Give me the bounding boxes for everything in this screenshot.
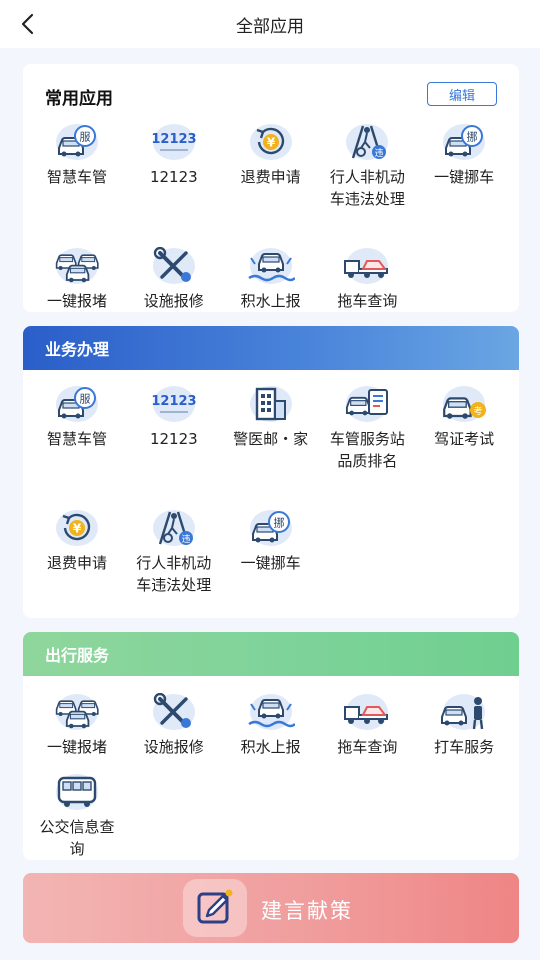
svg-text:¥: ¥ — [73, 522, 82, 536]
travel-header: 出行服务 — [23, 632, 519, 676]
app-business-1[interactable]: 12123 12123 — [126, 384, 222, 450]
svg-text:服: 服 — [80, 131, 91, 144]
app-business-6[interactable]: 违行人非机动车违法处理 — [126, 508, 222, 596]
pedestrian-violation-icon: 违 — [343, 122, 391, 162]
app-common-4[interactable]: 挪一键挪车 — [416, 122, 512, 188]
svg-text:挪: 挪 — [273, 516, 284, 530]
app-label: 智慧车管 — [46, 430, 107, 448]
car-service-icon: 服 — [53, 384, 101, 424]
app-business-7[interactable]: 挪一键挪车 — [223, 508, 319, 574]
pedestrian-violation-icon: 违 — [150, 508, 198, 548]
top-nav-bar: 全部应用 — [0, 0, 540, 48]
service-station-icon — [343, 384, 391, 424]
app-common-6[interactable]: 设施报修 — [126, 246, 222, 312]
app-label: 公交信息查询 — [39, 818, 115, 858]
app-label: 12123 — [149, 168, 198, 186]
svg-text:¥: ¥ — [266, 136, 275, 150]
edit-button[interactable]: 编辑 — [427, 82, 497, 106]
app-business-3[interactable]: 车管服务站品质排名 — [319, 384, 415, 472]
svg-text:挪: 挪 — [467, 130, 478, 144]
svg-text:12123: 12123 — [151, 394, 196, 409]
app-label: 警医邮・家 — [233, 430, 309, 448]
app-common-8[interactable]: 拖车查询 — [319, 246, 415, 312]
app-common-3[interactable]: 违行人非机动车违法处理 — [319, 122, 415, 210]
app-label: 行人非机动车违法处理 — [329, 168, 405, 208]
move-car-icon: 挪 — [247, 508, 295, 548]
app-label: 一键报堵 — [46, 738, 107, 756]
app-label: 12123 — [149, 430, 198, 448]
app-label: 设施报修 — [143, 738, 204, 756]
app-business-0[interactable]: 服智慧车管 — [29, 384, 125, 450]
app-label: 一键报堵 — [46, 292, 107, 310]
app-label: 一键挪车 — [434, 168, 495, 186]
app-common-5[interactable]: 一键报堵 — [29, 246, 125, 312]
business-header: 业务办理 — [23, 326, 519, 370]
common-apps-title: 常用应用 — [45, 89, 113, 109]
suggestion-label: 建言献策 — [261, 899, 353, 923]
app-common-1[interactable]: 12123 12123 — [126, 122, 222, 188]
app-business-2[interactable]: 警医邮・家 — [223, 384, 319, 450]
svg-text:服: 服 — [80, 393, 91, 406]
app-label: 积水上报 — [240, 738, 301, 756]
driving-exam-icon: 考 — [440, 384, 488, 424]
app-label: 智慧车管 — [46, 168, 107, 186]
repair-tools-icon — [150, 246, 198, 286]
app-label: 车管服务站品质排名 — [329, 430, 405, 470]
app-label: 积水上报 — [240, 292, 301, 310]
app-12123-icon: 12123 — [150, 384, 198, 424]
refund-icon: ¥ — [247, 122, 295, 162]
app-label: 拖车查询 — [337, 738, 398, 756]
business-card: 业务办理 服智慧车管 12123 12123 警医邮・家 车管服务站品质排名 考… — [23, 326, 519, 618]
flood-report-icon — [247, 692, 295, 732]
app-label: 一键挪车 — [240, 554, 301, 572]
app-common-7[interactable]: 积水上报 — [223, 246, 319, 312]
app-travel-2[interactable]: 积水上报 — [223, 692, 319, 758]
page-title: 全部应用 — [236, 17, 304, 37]
app-label: 打车服务 — [434, 738, 495, 756]
car-service-icon: 服 — [53, 122, 101, 162]
app-label: 拖车查询 — [337, 292, 398, 310]
repair-tools-icon — [150, 692, 198, 732]
app-travel-0[interactable]: 一键报堵 — [29, 692, 125, 758]
svg-text:12123: 12123 — [151, 132, 196, 147]
bus-icon — [53, 772, 101, 812]
travel-card: 出行服务 一键报堵 设施报修 积水上报 拖车查询 打车服务 公交信息查询 — [23, 632, 519, 860]
tow-truck-icon — [343, 246, 391, 286]
traffic-jam-icon — [53, 692, 101, 732]
app-business-4[interactable]: 考驾证考试 — [416, 384, 512, 450]
app-label: 设施报修 — [143, 292, 204, 310]
app-business-5[interactable]: ¥ 退费申请 — [29, 508, 125, 574]
app-common-0[interactable]: 服智慧车管 — [29, 122, 125, 188]
common-apps-card: 常用应用 编辑 服智慧车管 12123 12123 ¥ 退费申请 违行人非机动车违… — [23, 64, 519, 312]
app-label: 退费申请 — [46, 554, 107, 572]
tow-truck-icon — [343, 692, 391, 732]
pen-edit-icon — [183, 879, 247, 937]
move-car-icon: 挪 — [440, 122, 488, 162]
taxi-service-icon — [440, 692, 488, 732]
svg-text:违: 违 — [181, 534, 190, 545]
refund-icon: ¥ — [53, 508, 101, 548]
app-travel-4[interactable]: 打车服务 — [416, 692, 512, 758]
app-common-2[interactable]: ¥ 退费申请 — [223, 122, 319, 188]
traffic-jam-icon — [53, 246, 101, 286]
app-travel-3[interactable]: 拖车查询 — [319, 692, 415, 758]
flood-report-icon — [247, 246, 295, 286]
suggestion-button[interactable]: 建言献策 — [23, 873, 519, 943]
app-travel-5[interactable]: 公交信息查询 — [29, 772, 125, 860]
svg-text:违: 违 — [375, 148, 384, 159]
app-12123-icon: 12123 — [150, 122, 198, 162]
app-travel-1[interactable]: 设施报修 — [126, 692, 222, 758]
app-label: 驾证考试 — [434, 430, 495, 448]
app-label: 退费申请 — [240, 168, 301, 186]
svg-text:考: 考 — [474, 406, 483, 417]
building-icon — [247, 384, 295, 424]
app-label: 行人非机动车违法处理 — [136, 554, 212, 594]
